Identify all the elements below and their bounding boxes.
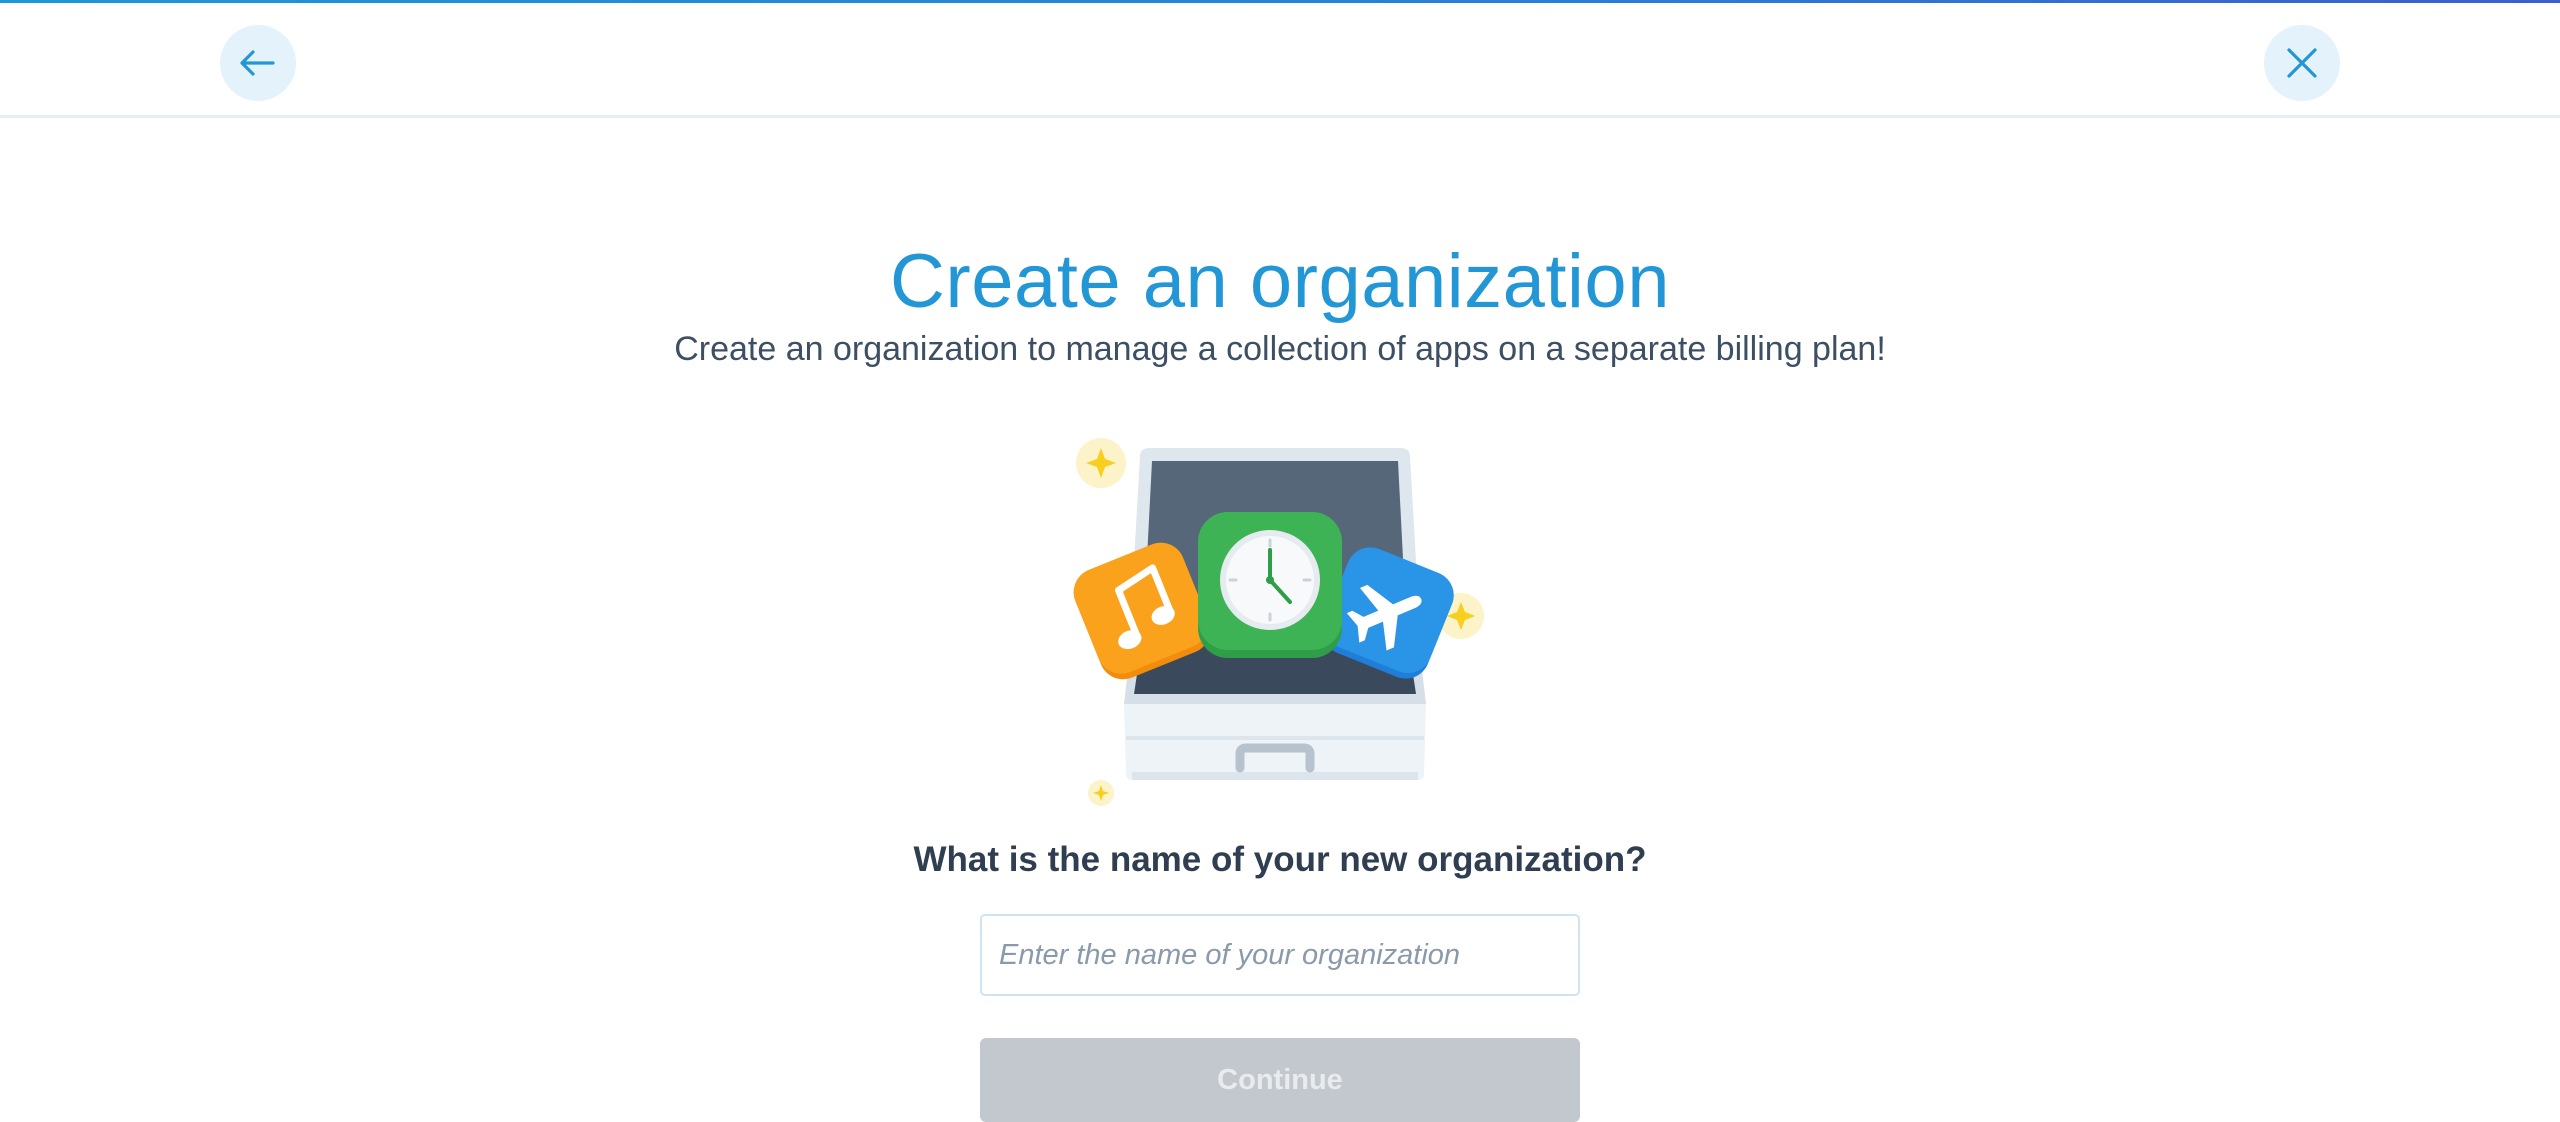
arrow-left-icon	[240, 50, 275, 76]
continue-button[interactable]: Continue	[980, 1038, 1580, 1122]
briefcase-illustration	[1073, 438, 1484, 806]
page-title: Create an organization	[890, 239, 1670, 324]
close-icon	[2287, 48, 2317, 78]
page-subtitle: Create an organization to manage a colle…	[674, 330, 1886, 368]
organization-name-input[interactable]	[980, 914, 1580, 996]
close-button[interactable]	[2264, 25, 2340, 101]
main-content: Create an organization Create an organiz…	[0, 118, 2560, 1122]
sparkle-icon	[1088, 780, 1114, 806]
organization-name-question: What is the name of your new organizatio…	[913, 840, 1647, 879]
top-bar	[0, 3, 2560, 118]
clock-icon	[1198, 512, 1342, 658]
back-button[interactable]	[220, 25, 296, 101]
sparkle-icon	[1076, 438, 1126, 488]
